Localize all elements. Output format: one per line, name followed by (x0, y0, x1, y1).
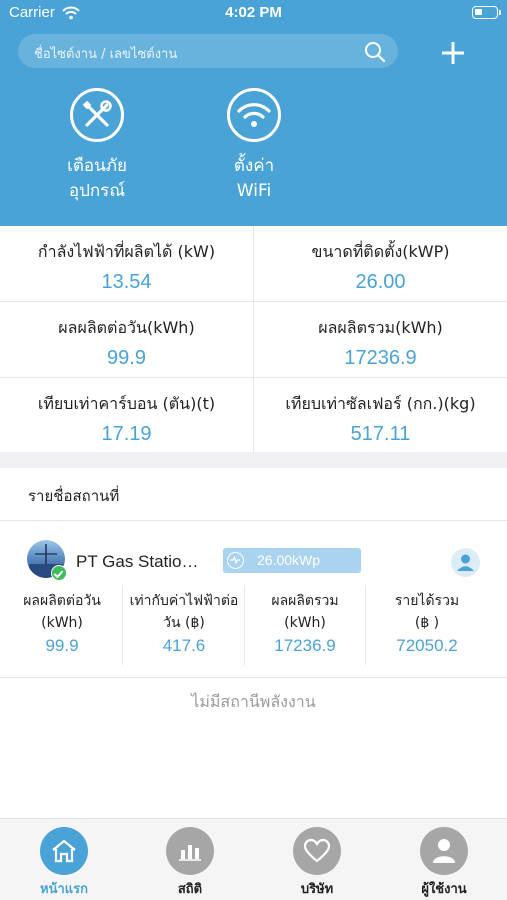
metric-divider (122, 585, 123, 665)
metric-unit: (kWh) (284, 615, 326, 631)
stat-current-power: กำลังไฟฟ้าที่ผลิตได้ (kW) 13.54 (0, 226, 253, 302)
metric-unit: วัน (฿) (163, 615, 205, 631)
wifi-settings-label-1: ตั้งค่า (233, 156, 275, 176)
stat-value: 99.9 (107, 347, 146, 369)
divider (0, 520, 507, 521)
stat-label: กำลังไฟฟ้าที่ผลิตได้ (kW) (37, 242, 216, 261)
metric-value: 72050.2 (396, 636, 458, 655)
stat-value: 517.11 (350, 423, 411, 445)
stat-sulfur-equivalent: เทียบเท่าซัลเฟอร์ (กก.)(kg) 517.11 (254, 378, 507, 454)
wifi-settings-label-2: WiFi (236, 181, 272, 201)
battery-tip (499, 10, 501, 15)
stat-value: 17236.9 (344, 347, 417, 369)
stat-value: 17.19 (101, 423, 152, 445)
stat-installed-capacity: ขนาดที่ติดตั้ง(kWP) 26.00 (254, 226, 507, 302)
metric-value: 17236.9 (274, 636, 336, 655)
heart-icon (293, 827, 341, 875)
site-list-title: รายชื่อสถานที่ (28, 487, 120, 505)
tab-user[interactable]: ผู้ใช้งาน (394, 827, 494, 899)
metric-label: รายได้รวม (394, 593, 460, 609)
tab-label: ผู้ใช้งาน (421, 882, 467, 897)
metric-divider (365, 585, 366, 665)
metric-unit: (kWh) (41, 615, 83, 631)
stat-value: 26.00 (355, 271, 406, 293)
empty-state-text: ไม่มีสถานีพลังงาน (191, 692, 316, 711)
stat-label: เทียบเท่าซัลเฟอร์ (กก.)(kg) (285, 394, 476, 413)
tab-label: หน้าแรก (40, 882, 88, 897)
stat-carbon-equivalent: เทียบเท่าคาร์บอน (ตัน)(t) 17.19 (0, 378, 253, 454)
metric-label: ผลผลิตต่อวัน (23, 593, 101, 609)
capacity-badge: 26.00kWp (223, 548, 361, 573)
metric-total-yield: ผลผลิตรวม (kWh) 17236.9 (245, 590, 365, 656)
bar-chart-icon (166, 827, 214, 875)
section-gap (0, 452, 507, 468)
header: Carrier 4:02 PM ชื่อไซต์งาน / เลขไซต์งาน… (0, 0, 507, 226)
wifi-settings-button[interactable]: ตั้งค่า WiFi (194, 88, 314, 204)
stat-total-yield: ผลผลิตรวม(kWh) 17236.9 (254, 302, 507, 378)
search-placeholder: ชื่อไซต์งาน / เลขไซต์งาน (34, 47, 178, 62)
metric-total-revenue: รายได้รวม (฿ ) 72050.2 (367, 590, 487, 656)
status-bar: Carrier 4:02 PM (0, 0, 507, 28)
tab-bar: หน้าแรก สถิติ บริษัท ผู้ใช้งาน (0, 818, 507, 900)
stats-divider (253, 226, 254, 452)
tab-statistics[interactable]: สถิติ (140, 827, 240, 899)
pulse-icon (227, 552, 244, 569)
metric-label: เท่ากับค่าไฟฟ้าต่อ (129, 593, 239, 609)
tab-home[interactable]: หน้าแรก (14, 827, 114, 899)
search-input[interactable]: ชื่อไซต์งาน / เลขไซต์งาน (18, 34, 398, 68)
device-alarm-button[interactable]: เตือนภัย อุปกรณ์ (37, 88, 157, 204)
capacity-text: 26.00kWp (257, 552, 321, 568)
station-name[interactable]: PT Gas Statio… (76, 552, 199, 572)
wifi-icon (227, 88, 281, 142)
online-check-icon (51, 565, 67, 581)
device-alarm-label-2: อุปกรณ์ (68, 181, 126, 201)
user-icon[interactable] (451, 548, 480, 577)
device-alarm-label-1: เตือนภัย (67, 156, 127, 176)
battery-icon (472, 6, 498, 19)
tab-company[interactable]: บริษัท (267, 827, 367, 899)
divider (0, 677, 507, 678)
stat-label: เทียบเท่าคาร์บอน (ตัน)(t) (37, 394, 216, 413)
metric-label: ผลผลิตรวม (271, 593, 339, 609)
tools-icon (70, 88, 124, 142)
metric-daily-revenue: เท่ากับค่าไฟฟ้าต่อ วัน (฿) 417.6 (124, 590, 244, 656)
tab-label: บริษัท (300, 882, 334, 897)
home-icon (40, 827, 88, 875)
stat-value: 13.54 (101, 271, 152, 293)
metric-unit: (฿ ) (414, 615, 440, 631)
clock: 4:02 PM (225, 4, 282, 21)
stat-daily-yield: ผลผลิตต่อวัน(kWh) 99.9 (0, 302, 253, 378)
metric-value: 417.6 (162, 636, 206, 655)
metric-value: 99.9 (45, 636, 79, 655)
metric-daily-yield: ผลผลิตต่อวัน (kWh) 99.9 (2, 590, 122, 656)
search-icon[interactable] (364, 41, 386, 67)
user-icon (420, 827, 468, 875)
stat-label: ขนาดที่ติดตั้ง(kWP) (311, 242, 450, 261)
stat-label: ผลผลิตต่อวัน(kWh) (58, 318, 195, 337)
stat-label: ผลผลิตรวม(kWh) (318, 318, 443, 337)
tab-label: สถิติ (177, 882, 203, 897)
add-icon[interactable] (440, 40, 466, 66)
